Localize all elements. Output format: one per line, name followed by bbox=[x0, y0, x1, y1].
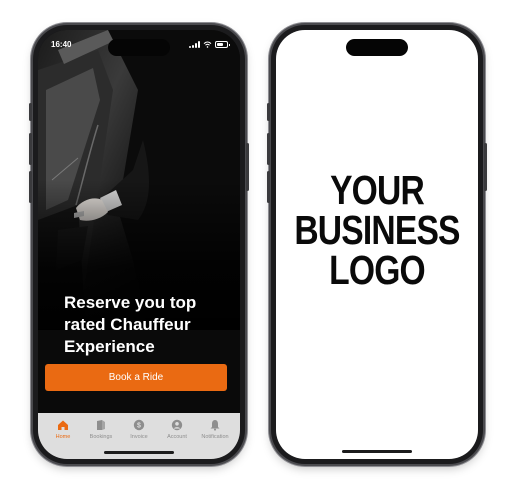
hero-headline: Reserve you top rated Chauffeur Experien… bbox=[64, 293, 197, 356]
account-icon bbox=[171, 419, 183, 431]
power-button bbox=[484, 143, 487, 191]
bell-icon bbox=[210, 420, 220, 431]
home-indicator[interactable] bbox=[342, 450, 412, 453]
status-time: 16:40 bbox=[51, 40, 72, 49]
status-icons bbox=[189, 41, 230, 48]
book-a-ride-button[interactable]: Book a Ride bbox=[45, 364, 227, 391]
tab-account-label: Account bbox=[167, 434, 187, 440]
hero-photo bbox=[38, 30, 240, 330]
tab-notification-label: Notification bbox=[201, 434, 229, 440]
invoice-icon: $ bbox=[133, 419, 145, 431]
mockup-stage: 16:40 Reserve you top rated Chauffeur Ex… bbox=[0, 0, 519, 484]
volume-down-button bbox=[29, 171, 32, 203]
phone-left: 16:40 Reserve you top rated Chauffeur Ex… bbox=[29, 25, 249, 464]
splash-screen: YOUR BUSINESS LOGO bbox=[276, 30, 478, 459]
status-bar: 16:40 bbox=[38, 39, 240, 53]
app-screen: 16:40 Reserve you top rated Chauffeur Ex… bbox=[38, 30, 240, 459]
cellular-signal-icon bbox=[189, 41, 200, 48]
bookings-icon bbox=[97, 420, 105, 430]
power-button bbox=[246, 143, 249, 191]
home-indicator[interactable] bbox=[104, 451, 174, 454]
mute-switch bbox=[29, 103, 32, 121]
tab-invoice-label: Invoice bbox=[130, 434, 148, 440]
tab-notification[interactable]: Notification bbox=[196, 419, 234, 459]
tab-home[interactable]: Home bbox=[44, 419, 82, 459]
tab-home-label: Home bbox=[55, 434, 71, 440]
volume-down-button bbox=[267, 171, 270, 203]
battery-icon bbox=[215, 41, 230, 48]
volume-up-button bbox=[267, 133, 270, 165]
wifi-icon bbox=[203, 41, 212, 48]
mute-switch bbox=[267, 103, 270, 121]
tab-bookings-label: Bookings bbox=[89, 434, 113, 440]
phone-right: YOUR BUSINESS LOGO bbox=[267, 25, 487, 464]
business-logo-placeholder: YOUR BUSINESS LOGO bbox=[294, 167, 460, 293]
volume-up-button bbox=[29, 133, 32, 165]
home-icon bbox=[58, 420, 68, 430]
dynamic-island bbox=[346, 39, 408, 56]
svg-text:$: $ bbox=[137, 422, 141, 429]
